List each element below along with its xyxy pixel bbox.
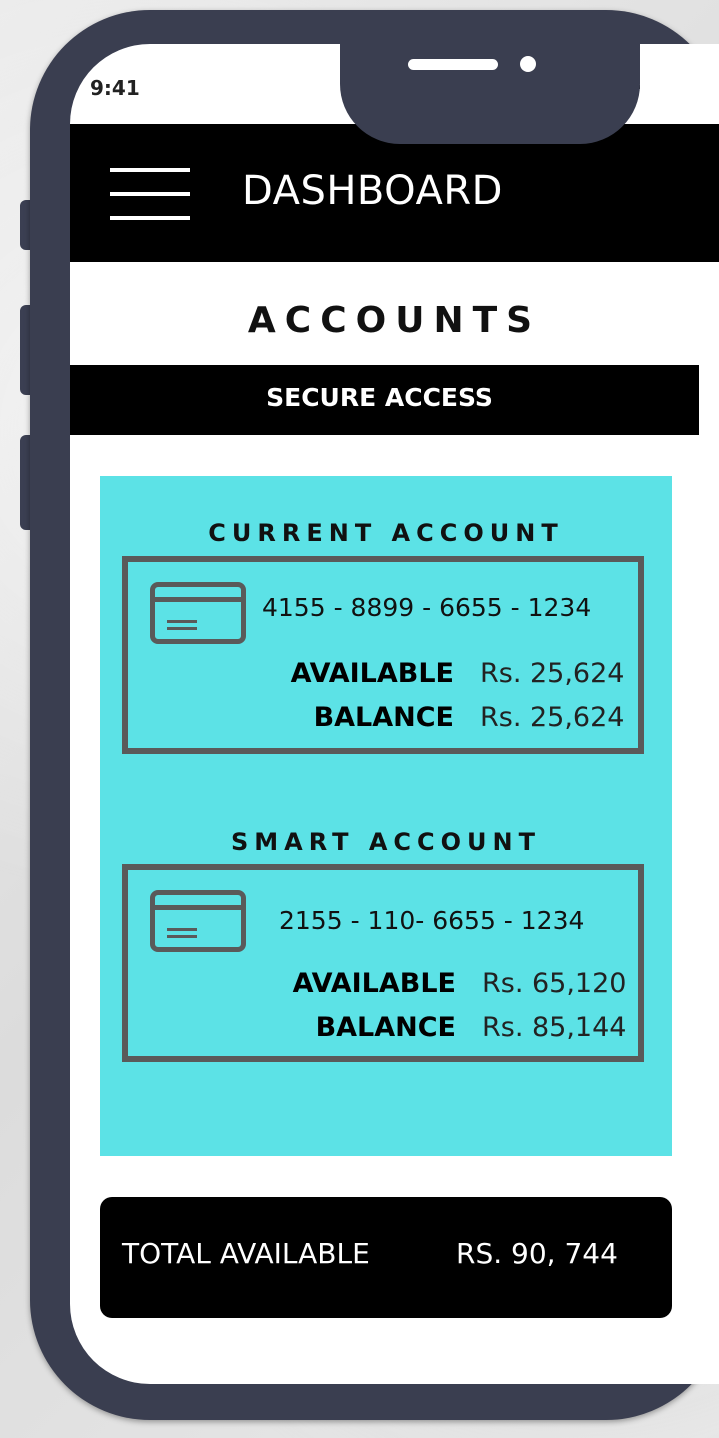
- status-time: 9:41: [90, 76, 140, 100]
- front-camera: [520, 56, 536, 72]
- credit-card-icon: [150, 582, 246, 644]
- credit-card-icon: [150, 890, 246, 952]
- total-available-value: RS. 90, 744: [456, 1237, 618, 1270]
- speaker-grille: [408, 59, 498, 70]
- total-available-label: TOTAL AVAILABLE: [122, 1237, 370, 1270]
- accounts-panel: CURRENT ACCOUNT 4155 - 8899 - 6655 - 123…: [100, 476, 672, 1156]
- account-heading-smart: SMART ACCOUNT: [230, 828, 542, 856]
- top-app-bar: DASHBOARD: [70, 124, 719, 262]
- balance-label: BALANCE: [313, 702, 454, 733]
- card-number: 2155 - 110- 6655 - 1234: [279, 906, 585, 935]
- balance-amount: Rs. 25,624: [480, 702, 625, 733]
- card-number: 4155 - 8899 - 6655 - 1234: [262, 593, 592, 622]
- balance-amount: Rs. 85,144: [482, 1012, 627, 1043]
- menu-icon[interactable]: [110, 168, 190, 220]
- total-available-bar: TOTAL AVAILABLE RS. 90, 744: [100, 1197, 672, 1318]
- available-amount: Rs. 25,624: [480, 658, 625, 689]
- secure-access-banner: SECURE ACCESS: [70, 365, 699, 435]
- page-title: ACCOUNTS: [247, 300, 542, 341]
- account-heading-current: CURRENT ACCOUNT: [208, 519, 564, 547]
- available-label: AVAILABLE: [290, 658, 454, 689]
- smart-account-card[interactable]: 2155 - 110- 6655 - 1234 AVAILABLE Rs. 65…: [122, 864, 644, 1062]
- app-title: DASHBOARD: [242, 168, 503, 214]
- available-amount: Rs. 65,120: [482, 968, 627, 999]
- available-label: AVAILABLE: [292, 968, 456, 999]
- current-account-card[interactable]: 4155 - 8899 - 6655 - 1234 AVAILABLE Rs. …: [122, 556, 644, 754]
- balance-label: BALANCE: [315, 1012, 456, 1043]
- phone-screen: 9:41 DASHBOARD ACCOUNTS SECURE ACCESS CU…: [70, 44, 719, 1384]
